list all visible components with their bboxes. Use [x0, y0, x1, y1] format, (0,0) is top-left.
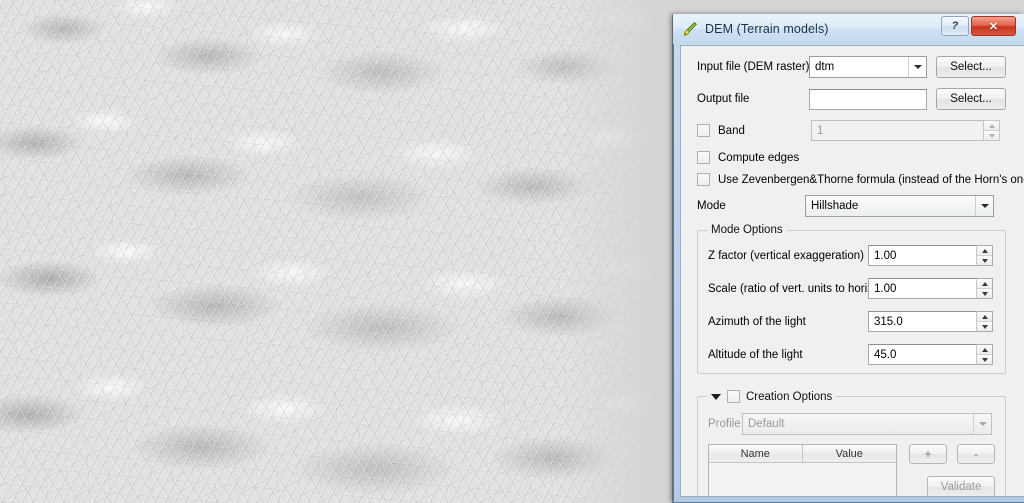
altitude-spin-buttons[interactable]: [976, 344, 993, 365]
dialog-content: Input file (DEM raster) dtm Select... Ou…: [681, 46, 1024, 496]
z-factor-spin-buttons[interactable]: [976, 245, 993, 266]
help-button[interactable]: ?: [941, 16, 969, 36]
zevenbergen-checkbox[interactable]: [697, 173, 710, 186]
dialog-title: DEM (Terrain models): [705, 22, 829, 36]
band-spin-down[interactable]: [984, 131, 999, 140]
input-file-select-button[interactable]: Select...: [936, 56, 1006, 78]
terrain-ridge-texture-2: [0, 0, 652, 503]
azimuth-spin-down[interactable]: [977, 322, 992, 331]
dialog-body: Input file (DEM raster) dtm Select... Ou…: [680, 45, 1024, 497]
chevron-down-icon[interactable]: [975, 196, 993, 216]
scale-stepper[interactable]: 1.00: [868, 278, 993, 299]
output-file-row: Output file Select...: [697, 88, 1006, 110]
mode-options-title-text: Mode Options: [711, 224, 783, 236]
scale-spin-down[interactable]: [977, 289, 992, 298]
azimuth-stepper[interactable]: 315.0: [868, 311, 993, 332]
scale-spin-up[interactable]: [977, 279, 992, 289]
mode-combo[interactable]: Hillshade: [805, 195, 994, 217]
band-spin-up[interactable]: [984, 121, 999, 131]
hillshade-raster-layer[interactable]: [0, 0, 652, 503]
table-body[interactable]: [709, 463, 896, 496]
brush-icon: [682, 21, 698, 37]
zevenbergen-label: Use Zevenbergen&Thorne formula (instead …: [718, 173, 1024, 186]
azimuth-value[interactable]: 315.0: [868, 311, 976, 332]
mode-row: Mode Hillshade: [697, 195, 1006, 217]
z-factor-spin-down[interactable]: [977, 256, 992, 265]
zevenbergen-row[interactable]: Use Zevenbergen&Thorne formula (instead …: [697, 173, 1024, 186]
output-file-input[interactable]: [809, 88, 927, 110]
band-stepper[interactable]: 1: [811, 120, 1000, 141]
mode-label: Mode: [697, 200, 726, 212]
input-file-label: Input file (DEM raster): [697, 61, 810, 73]
dialog-titlebar[interactable]: DEM (Terrain models) ? ✕: [673, 14, 1024, 44]
scale-row: Scale (ratio of vert. units to horiz.) 1…: [708, 278, 995, 299]
z-factor-label: Z factor (vertical exaggeration): [708, 249, 864, 262]
chevron-down-icon[interactable]: [908, 57, 926, 77]
altitude-value[interactable]: 45.0: [868, 344, 976, 365]
azimuth-spin-up[interactable]: [977, 312, 992, 322]
output-file-label: Output file: [697, 93, 750, 105]
mode-options-title: Mode Options: [707, 224, 787, 236]
azimuth-spin-buttons[interactable]: [976, 311, 993, 332]
scale-value[interactable]: 1.00: [868, 278, 976, 299]
input-file-row: Input file (DEM raster) dtm Select...: [697, 56, 1006, 78]
creation-options-title-text: Creation Options: [746, 390, 833, 403]
band-row: Band 1: [697, 120, 1006, 141]
profile-label: Profile: [708, 418, 741, 430]
table-column-value[interactable]: Value: [802, 445, 896, 463]
z-factor-stepper[interactable]: 1.00: [868, 245, 993, 266]
creation-options-table[interactable]: Name Value: [708, 444, 897, 496]
altitude-spin-up[interactable]: [977, 345, 992, 355]
mode-value: Hillshade: [811, 200, 859, 212]
profile-combo[interactable]: Default: [742, 413, 992, 435]
dem-dialog[interactable]: DEM (Terrain models) ? ✕ Input file (DEM…: [673, 14, 1024, 503]
compute-edges-label: Compute edges: [718, 151, 800, 164]
z-factor-row: Z factor (vertical exaggeration) 1.00: [708, 245, 995, 266]
table-add-remove: + -: [909, 444, 995, 464]
creation-options-checkbox[interactable]: [727, 390, 740, 403]
compute-edges-row[interactable]: Compute edges: [697, 151, 1006, 164]
close-button[interactable]: ✕: [971, 16, 1016, 36]
table-column-name[interactable]: Name: [709, 445, 803, 463]
chevron-down-icon[interactable]: [973, 414, 991, 434]
profile-value: Default: [748, 418, 785, 430]
azimuth-row: Azimuth of the light 315.0: [708, 311, 995, 332]
input-file-combo[interactable]: dtm: [809, 56, 927, 78]
window-controls: ? ✕: [941, 16, 1016, 36]
band-value[interactable]: 1: [811, 120, 983, 141]
table-header-row: Name Value: [709, 445, 896, 463]
table-actions: + - Validate: [909, 444, 995, 496]
z-factor-spin-up[interactable]: [977, 246, 992, 256]
altitude-row: Altitude of the light 45.0: [708, 344, 995, 365]
add-option-button[interactable]: +: [909, 444, 947, 464]
remove-option-button[interactable]: -: [957, 444, 995, 464]
output-file-select-button[interactable]: Select...: [936, 88, 1006, 110]
scale-spin-buttons[interactable]: [976, 278, 993, 299]
altitude-spin-down[interactable]: [977, 355, 992, 364]
validate-button[interactable]: Validate: [927, 476, 995, 496]
raster-edge-fade: [562, 0, 652, 503]
scale-label: Scale (ratio of vert. units to horiz.): [708, 282, 880, 295]
z-factor-value[interactable]: 1.00: [868, 245, 976, 266]
profile-row: Profile Default: [708, 413, 995, 435]
mode-options-group: Mode Options Z factor (vertical exaggera…: [697, 224, 1006, 374]
creation-options-group: Creation Options Profile Default Name Va…: [697, 390, 1006, 496]
creation-options-table-area: Name Value + - Validate: [708, 444, 995, 496]
altitude-stepper[interactable]: 45.0: [868, 344, 993, 365]
band-checkbox[interactable]: [697, 124, 710, 137]
input-file-value: dtm: [815, 61, 835, 73]
application-window: DEM (Terrain models) ? ✕ Input file (DEM…: [0, 0, 1024, 503]
compute-edges-checkbox[interactable]: [697, 151, 710, 164]
azimuth-label: Azimuth of the light: [708, 315, 806, 328]
creation-options-title[interactable]: Creation Options: [707, 390, 837, 403]
band-spin-buttons[interactable]: [983, 120, 1000, 141]
chevron-down-icon[interactable]: [711, 393, 721, 400]
altitude-label: Altitude of the light: [708, 348, 803, 361]
band-label: Band: [718, 124, 745, 137]
